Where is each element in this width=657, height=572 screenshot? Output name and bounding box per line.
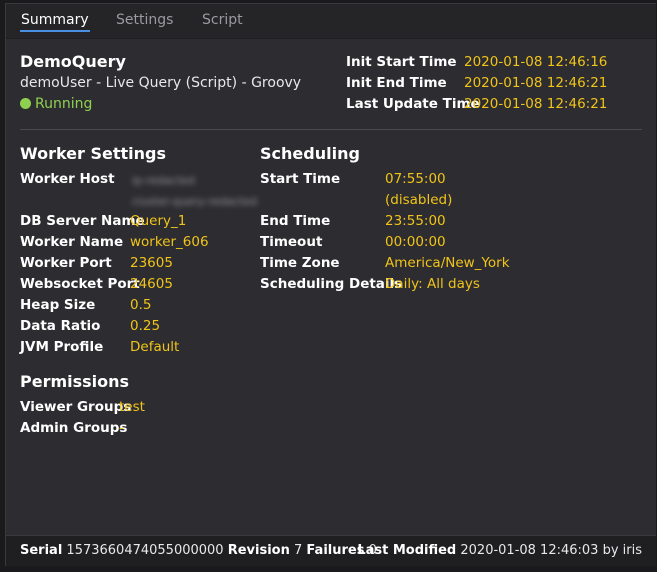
revision-value: 7	[294, 543, 303, 558]
viewer-groups-label: Viewer Groups	[20, 399, 132, 415]
init-end-label: Init End Time	[346, 75, 447, 91]
header-divider	[20, 129, 642, 130]
start-time-label: Start Time	[260, 171, 341, 187]
timeout-value: 00:00:00	[385, 234, 446, 250]
status-footer: Serial 1573660474055000000 Revision 7 Fa…	[6, 535, 656, 566]
serial-label: Serial	[20, 543, 63, 558]
worker-name-label: Worker Name	[20, 234, 124, 250]
admin-groups-value: -	[119, 420, 124, 436]
timeout-label: Timeout	[260, 234, 323, 250]
end-time-value: 23:55:00	[385, 213, 446, 229]
db-server-label: DB Server Name	[20, 213, 145, 229]
db-server-value: Query_1	[130, 213, 187, 229]
time-zone-label: Time Zone	[260, 255, 340, 271]
start-time-value: 07:55:00	[385, 171, 446, 187]
worker-name-value: worker_606	[130, 234, 209, 250]
time-zone-value: America/New_York	[385, 255, 510, 271]
query-summary-panel: Summary Settings Script DemoQuery demoUs…	[5, 3, 656, 566]
status-dot-icon	[20, 98, 31, 109]
worker-host-label: Worker Host	[20, 171, 115, 187]
viewer-groups-value: test	[119, 399, 145, 415]
revision-label: Revision	[227, 543, 290, 558]
scheduling-heading: Scheduling	[260, 144, 360, 163]
footer-left: Serial 1573660474055000000 Revision 7 Fa…	[20, 543, 377, 558]
worker-host-value: ip-redacted	[132, 174, 195, 187]
last-update-label: Last Update Time	[346, 96, 480, 112]
status-text: Running	[35, 96, 93, 112]
worker-host-value-line2: cluster-query-redacted	[132, 195, 258, 208]
jvm-profile-label: JVM Profile	[20, 339, 104, 355]
worker-settings-heading: Worker Settings	[20, 144, 167, 163]
heap-size-value: 0.5	[130, 297, 152, 313]
websocket-port-value: 24605	[130, 276, 173, 292]
data-ratio-label: Data Ratio	[20, 318, 101, 334]
failures-label: Failures	[306, 543, 365, 558]
end-time-label: End Time	[260, 213, 331, 229]
permissions-heading: Permissions	[20, 372, 130, 391]
worker-port-value: 23605	[130, 255, 173, 271]
last-update-value: 2020-01-08 12:46:21	[464, 96, 608, 112]
init-start-value: 2020-01-08 12:46:16	[464, 54, 608, 70]
scheduling-details-label: Scheduling Details	[260, 276, 403, 292]
footer-right: Last Modified 2020-01-08 12:46:03 by iri…	[357, 543, 642, 558]
admin-groups-label: Admin Groups	[20, 420, 128, 436]
worker-port-label: Worker Port	[20, 255, 112, 271]
websocket-port-label: Websocket Port	[20, 276, 140, 292]
last-modified-value: 2020-01-08 12:46:03 by iris	[460, 543, 642, 558]
last-modified-label: Last Modified	[357, 543, 457, 558]
tab-bar: Summary Settings Script	[6, 4, 656, 39]
serial-value: 1573660474055000000	[66, 543, 224, 558]
tab-script[interactable]: Script	[202, 12, 243, 28]
init-start-label: Init Start Time	[346, 54, 457, 70]
status-badge: Running	[20, 96, 92, 112]
init-end-value: 2020-01-08 12:46:21	[464, 75, 608, 91]
query-description: demoUser - Live Query (Script) - Groovy	[20, 75, 302, 91]
query-title: DemoQuery	[20, 52, 126, 71]
tab-summary[interactable]: Summary	[20, 12, 90, 32]
jvm-profile-value: Default	[130, 339, 180, 355]
tab-settings[interactable]: Settings	[116, 12, 173, 28]
data-ratio-value: 0.25	[130, 318, 161, 334]
start-time-note: (disabled)	[385, 192, 453, 208]
scheduling-details-value: Daily: All days	[385, 276, 480, 292]
heap-size-label: Heap Size	[20, 297, 96, 313]
